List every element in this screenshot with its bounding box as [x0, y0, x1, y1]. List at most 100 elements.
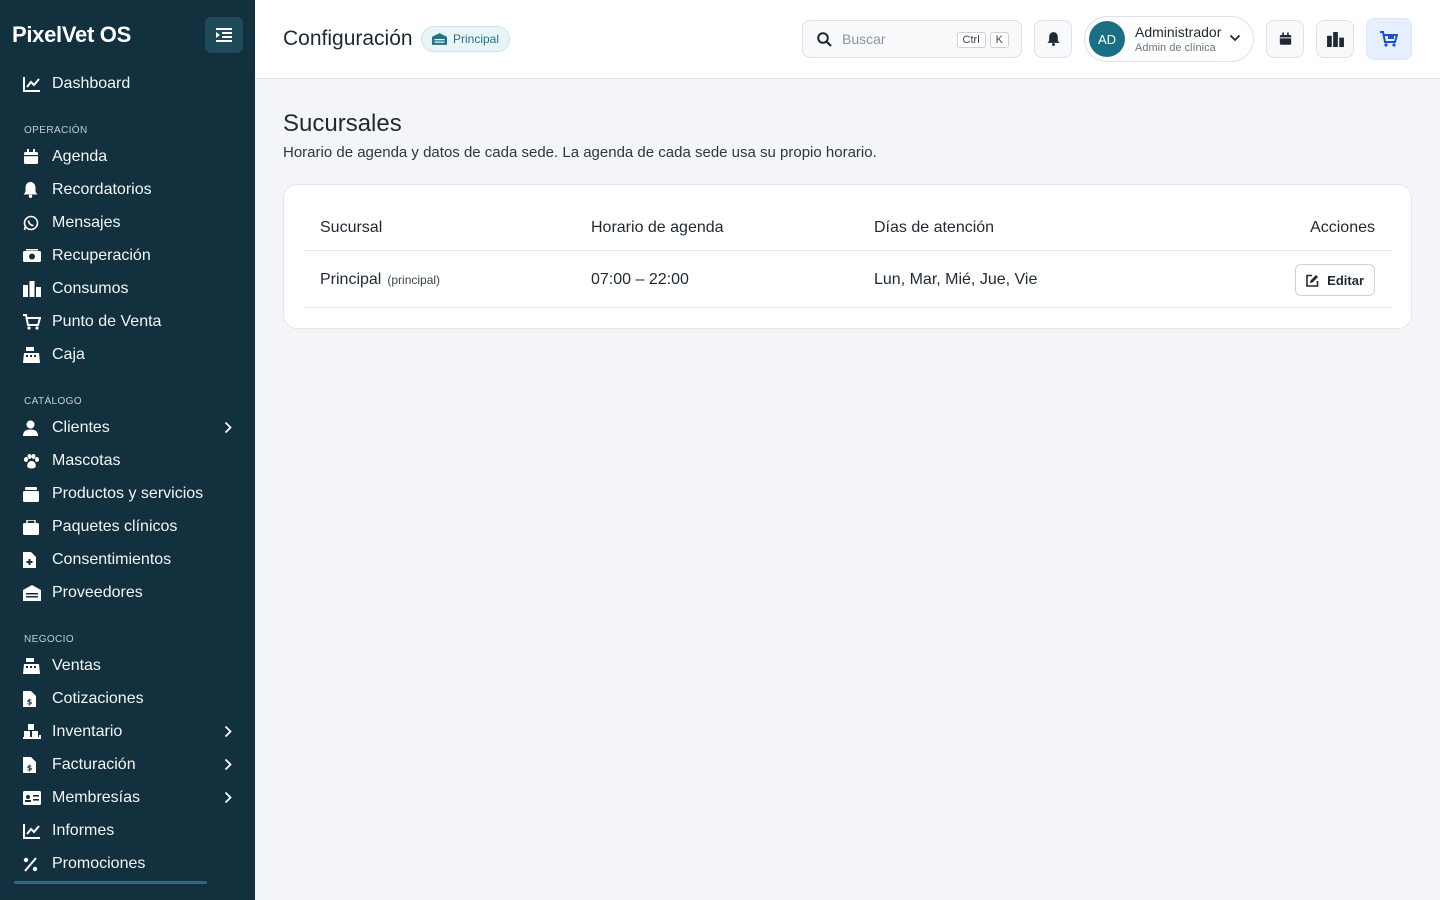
- sidebar-item-mensajes[interactable]: Mensajes: [14, 208, 242, 238]
- cart-icon: [23, 314, 41, 330]
- sidebar-item-dashboard[interactable]: Dashboard: [14, 69, 242, 99]
- sidebar-item-label: Paquetes clínicos: [52, 518, 178, 535]
- branch-badge-label: Principal: [453, 32, 500, 46]
- sidebar: PixelVet OS Dashboard OPERACIÓN Agenda R…: [0, 0, 255, 900]
- sidebar-item-clientes[interactable]: Clientes: [14, 413, 242, 443]
- invoice-icon: $: [23, 691, 36, 707]
- search-input[interactable]: [842, 31, 952, 47]
- sidebar-item-membresias[interactable]: Membresías: [14, 783, 242, 813]
- sidebar-item-label: Clientes: [52, 419, 110, 436]
- branch-badge[interactable]: Principal: [421, 26, 511, 52]
- sidebar-item-label: Cotizaciones: [52, 690, 144, 707]
- sidebar-item-punto-de-venta[interactable]: Punto de Venta: [14, 307, 242, 337]
- bell-icon: [1046, 32, 1060, 46]
- sidebar-item-proveedores[interactable]: Proveedores: [14, 578, 242, 608]
- package-icon: [23, 519, 39, 535]
- column-header-horario: Horario de agenda: [591, 219, 724, 236]
- svg-text:$: $: [27, 698, 33, 707]
- sidebar-item-label: Ventas: [52, 657, 101, 674]
- collapse-sidebar-button[interactable]: [205, 17, 243, 53]
- consumption-icon: [1326, 31, 1344, 47]
- chevron-right-icon: [224, 725, 232, 738]
- edit-label: Editar: [1327, 272, 1364, 288]
- sidebar-item-label: Agenda: [52, 148, 108, 165]
- column-header-acciones: Acciones: [1310, 219, 1375, 236]
- sidebar-item-facturacion[interactable]: $ Facturación: [14, 750, 242, 780]
- chart-line-icon: [23, 76, 40, 92]
- sidebar-item-mascotas[interactable]: Mascotas: [14, 446, 242, 476]
- sidebar-item-consumos[interactable]: Consumos: [14, 274, 242, 304]
- notifications-button[interactable]: [1034, 20, 1072, 58]
- sidebar-item-agenda[interactable]: Agenda: [14, 142, 242, 172]
- edit-branch-button[interactable]: Editar: [1295, 264, 1375, 296]
- top-header: Configuración Principal Ctrl K AD Admini…: [255, 0, 1440, 79]
- calendar-icon: [1279, 32, 1291, 45]
- column-header-sucursal: Sucursal: [320, 219, 383, 236]
- sidebar-item-informes[interactable]: Informes: [14, 816, 242, 846]
- sidebar-item-productos[interactable]: Productos y servicios: [14, 479, 242, 509]
- cart-icon: [1380, 31, 1398, 47]
- cell-horario: 07:00 – 22:00: [591, 271, 689, 288]
- sidebar-item-cotizaciones[interactable]: $ Cotizaciones: [14, 684, 242, 714]
- section-operacion: OPERACIÓN: [24, 125, 88, 136]
- section-catalogo: CATÁLOGO: [24, 396, 83, 407]
- cell-sucursal: Principal (principal): [320, 271, 440, 289]
- id-card-icon: [23, 791, 41, 805]
- column-header-dias: Días de atención: [874, 219, 995, 236]
- chart-line-icon: [23, 823, 40, 839]
- cash-register-icon: [23, 347, 40, 363]
- table-row: Principal (principal) 07:00 – 22:00 Lun, …: [304, 252, 1391, 308]
- bell-icon: [23, 182, 38, 198]
- sidebar-scroll-indicator: [14, 881, 207, 884]
- sidebar-item-label: Productos y servicios: [52, 485, 204, 502]
- sidebar-item-label: Proveedores: [52, 584, 143, 601]
- sidebar-item-inventario[interactable]: Inventario: [14, 717, 242, 747]
- warehouse-icon: [23, 585, 41, 601]
- sidebar-item-label: Dashboard: [52, 75, 131, 92]
- chevron-down-icon: [1229, 34, 1241, 42]
- indent-icon: [216, 28, 232, 42]
- section-subtitle: Horario de agenda y datos de cada sede. …: [283, 144, 877, 161]
- sidebar-item-recuperacion[interactable]: Recuperación: [14, 241, 242, 271]
- whatsapp-icon: [23, 215, 39, 231]
- user-icon: [23, 420, 38, 436]
- user-menu[interactable]: AD Administrador Admin de clínica: [1084, 16, 1254, 62]
- sidebar-item-label: Promociones: [52, 855, 146, 872]
- invoice-icon: $: [23, 757, 36, 773]
- paw-icon: [24, 453, 39, 468]
- warehouse-icon: [432, 33, 447, 45]
- user-name: Administrador: [1135, 23, 1222, 40]
- sidebar-item-recordatorios[interactable]: Recordatorios: [14, 175, 242, 205]
- sidebar-item-label: Recuperación: [52, 247, 151, 264]
- percent-icon: [23, 856, 38, 872]
- brand-logo: PixelVet OS: [12, 22, 131, 47]
- sidebar-item-label: Consentimientos: [52, 551, 172, 568]
- sidebar-item-consentimientos[interactable]: Consentimientos: [14, 545, 242, 575]
- agenda-shortcut-button[interactable]: [1266, 20, 1304, 58]
- sidebar-item-promociones[interactable]: Promociones: [14, 849, 242, 879]
- calendar-icon: [24, 149, 38, 164]
- sidebar-item-label: Mensajes: [52, 214, 121, 231]
- sidebar-item-paquetes[interactable]: Paquetes clínicos: [14, 512, 242, 542]
- search-icon: [817, 31, 832, 47]
- sidebar-item-label: Recordatorios: [52, 181, 152, 198]
- edit-icon: [1306, 274, 1319, 287]
- sidebar-item-label: Inventario: [52, 723, 123, 740]
- branches-card: Sucursal Horario de agenda Días de atenc…: [283, 184, 1412, 329]
- sidebar-item-ventas[interactable]: Ventas: [14, 651, 242, 681]
- box-icon: [23, 486, 39, 502]
- consumos-shortcut-button[interactable]: [1316, 20, 1354, 58]
- consumption-icon: [23, 281, 41, 297]
- search-box[interactable]: Ctrl K: [802, 20, 1022, 58]
- avatar: AD: [1089, 21, 1125, 57]
- sidebar-item-caja[interactable]: Caja: [14, 340, 242, 370]
- user-role: Admin de clínica: [1135, 41, 1216, 54]
- search-shortcut: Ctrl K: [956, 32, 1009, 48]
- cash-register-icon: [23, 658, 40, 674]
- pos-shortcut-button[interactable]: [1366, 18, 1412, 60]
- page-title: Configuración: [283, 27, 413, 50]
- sidebar-item-label: Informes: [52, 822, 115, 839]
- chevron-right-icon: [224, 421, 232, 434]
- section-title: Sucursales: [283, 110, 402, 137]
- branch-name: Principal: [320, 271, 382, 288]
